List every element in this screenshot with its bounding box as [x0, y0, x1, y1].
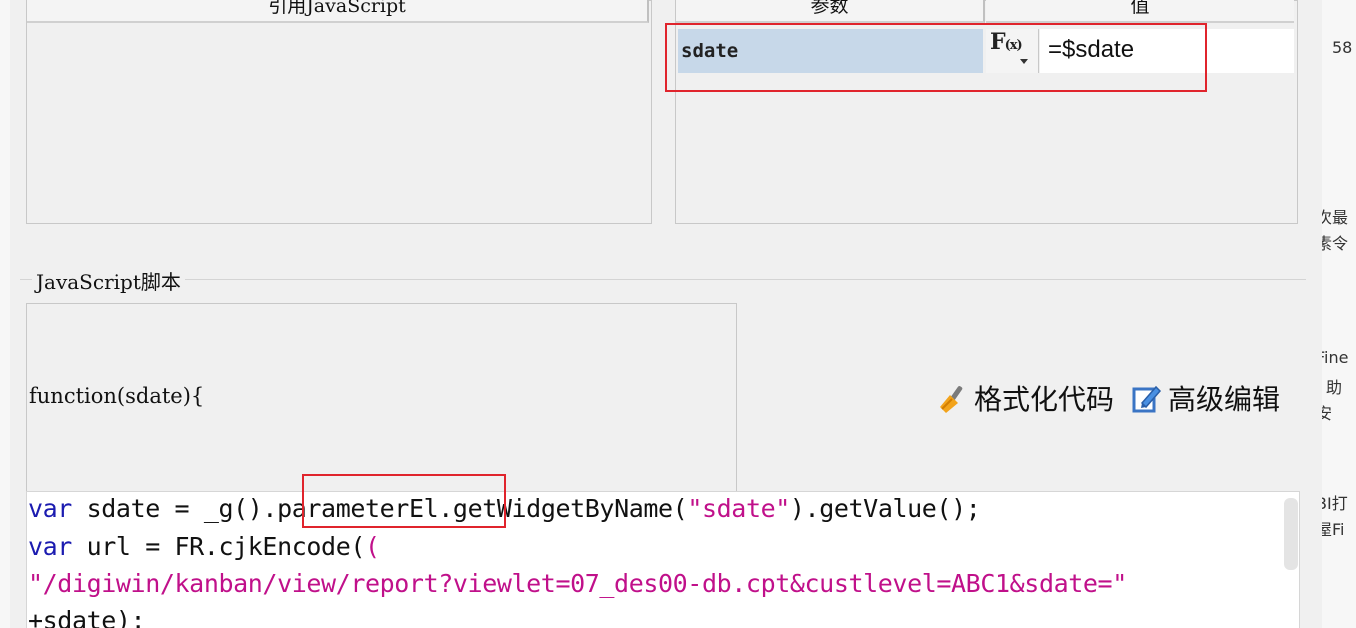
- code-editor[interactable]: var sdate = _g().parameterEl.getWidgetBy…: [26, 491, 1300, 628]
- background-left-strip: [0, 0, 10, 628]
- red-annotation-box: [302, 474, 506, 528]
- advanced-edit-label: 高级编辑: [1168, 383, 1281, 416]
- code-line-2: var url = FR.cjkEncode((: [28, 532, 380, 561]
- code-line-3: "/digiwin/kanban/view/report?viewlet=07_…: [28, 569, 1127, 598]
- broom-icon: [940, 386, 963, 413]
- param-column-header: 参数: [676, 0, 985, 23]
- referenced-js-panel[interactable]: 引用JavaScript: [26, 0, 652, 224]
- javascript-dialog: 引用JavaScript 参数 值 sdate F(x) =$sdate Jav…: [10, 0, 1322, 628]
- script-section-title: JavaScript脚本: [32, 266, 185, 295]
- bg-text: 助: [1326, 378, 1343, 397]
- bg-text: 素令: [1322, 234, 1349, 253]
- bg-text: 58: [1332, 38, 1353, 57]
- format-code-label: 格式化代码: [974, 383, 1115, 416]
- function-header-area: function(sdate){: [26, 303, 737, 492]
- value-column-header: 值: [986, 0, 1294, 23]
- referenced-js-header: 引用JavaScript: [27, 0, 649, 23]
- editor-toolbar: 格式化代码 高级编辑: [936, 378, 1296, 418]
- bg-text: Fine: [1322, 348, 1349, 367]
- format-code-button[interactable]: 格式化代码: [936, 378, 1114, 418]
- edit-icon: [1132, 385, 1162, 413]
- background-right-strip: 58 次最 素令 Fine 助 安 BI打 屋Fi: [1322, 0, 1356, 628]
- bg-text: BI打: [1322, 494, 1348, 513]
- advanced-edit-button[interactable]: 高级编辑: [1130, 378, 1280, 418]
- code-line-4: +sdate);: [28, 606, 146, 628]
- function-signature: function(sdate){: [29, 384, 205, 408]
- bg-text: 屋Fi: [1322, 520, 1345, 539]
- section-divider: [20, 279, 1306, 280]
- red-annotation-box: [665, 23, 1207, 92]
- bg-text: 次最: [1322, 208, 1349, 227]
- bg-text: 安: [1322, 404, 1333, 423]
- editor-scrollbar[interactable]: [1284, 498, 1298, 570]
